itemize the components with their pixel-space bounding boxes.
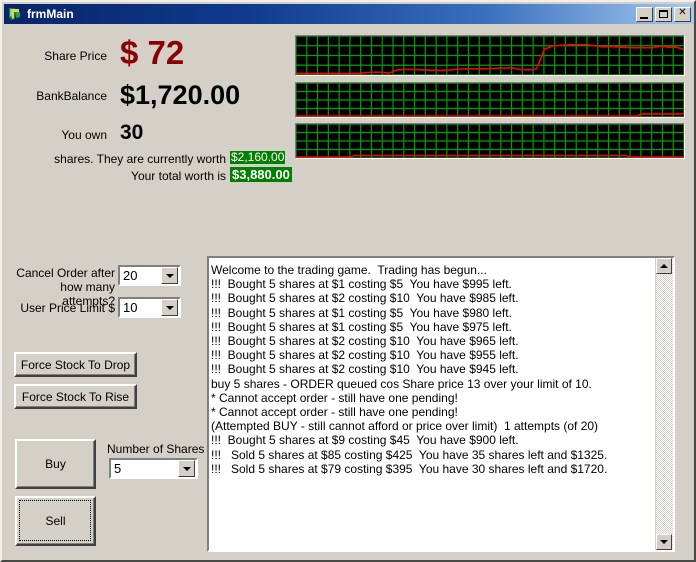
chart-secondary-history-2 [295, 123, 685, 159]
scroll-up-button[interactable] [656, 258, 672, 274]
shares-worth-value: $2,160.00 [230, 151, 285, 164]
sell-button[interactable]: Sell [15, 496, 96, 546]
maximize-icon [659, 10, 668, 18]
cancel-order-attempts-combo[interactable]: 20 [118, 265, 181, 286]
bank-balance-label: BankBalance [12, 89, 107, 103]
force-stock-to-drop-label: Force Stock To Drop [21, 358, 130, 372]
close-button[interactable]: ✕ [674, 7, 691, 22]
maximize-button[interactable] [655, 7, 672, 22]
close-icon: ✕ [675, 8, 690, 18]
force-stock-to-rise-label: Force Stock To Rise [22, 390, 129, 404]
window-title: frmMain [27, 7, 636, 21]
sell-label: Sell [45, 514, 65, 528]
share-price-label: Share Price [12, 49, 107, 63]
chart-secondary-history-1 [295, 82, 685, 118]
price-limit-combo[interactable]: 10 [118, 297, 181, 318]
scroll-down-button[interactable] [656, 534, 672, 550]
price-limit-value: 10 [120, 300, 161, 315]
bank-balance-value: $1,720.00 [120, 82, 240, 109]
price-limit-label: User Price Limit $ [10, 301, 115, 315]
title-bar[interactable]: frmMain ✕ [4, 4, 694, 24]
share-price-value: $ 72 [120, 36, 184, 69]
minimize-button[interactable] [636, 7, 653, 22]
total-worth-label: Your total worth is [20, 169, 226, 183]
chart-share-price-history [295, 35, 685, 76]
buy-button[interactable]: Buy [15, 439, 96, 489]
cancel-order-attempts-value: 20 [120, 268, 161, 283]
trading-log-panel[interactable]: Welcome to the trading game. Trading has… [207, 256, 675, 552]
you-own-value: 30 [120, 122, 143, 143]
trading-log-text: Welcome to the trading game. Trading has… [211, 263, 655, 476]
chevron-down-icon[interactable] [161, 267, 178, 284]
you-own-label: You own [12, 128, 107, 142]
chevron-down-icon[interactable] [178, 460, 195, 477]
vb-form-icon [7, 6, 23, 22]
total-worth-value: $3,880.00 [230, 167, 292, 182]
number-of-shares-combo[interactable]: 5 [109, 458, 198, 479]
minimize-icon [640, 17, 648, 19]
buy-label: Buy [45, 457, 66, 471]
chevron-down-icon[interactable] [161, 299, 178, 316]
number-of-shares-label: Number of Shares [107, 442, 213, 456]
log-scrollbar[interactable] [655, 258, 673, 550]
application-window: frmMain ✕ Share Price $ 72 BankBalance $… [0, 0, 696, 562]
force-stock-to-rise-button[interactable]: Force Stock To Rise [14, 384, 137, 409]
number-of-shares-value: 5 [111, 461, 178, 476]
force-stock-to-drop-button[interactable]: Force Stock To Drop [14, 352, 137, 377]
caption-buttons: ✕ [636, 7, 692, 22]
shares-worth-label: shares. They are currently worth [20, 152, 226, 166]
